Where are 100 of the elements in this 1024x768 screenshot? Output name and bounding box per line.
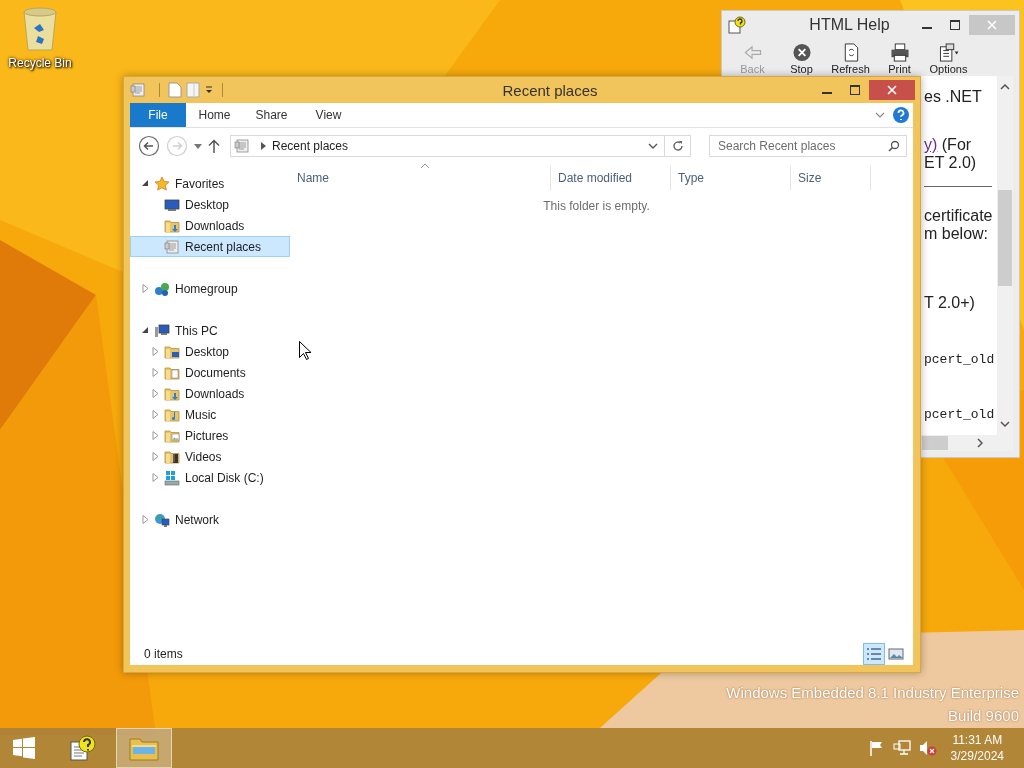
refresh-button[interactable] [665, 135, 691, 157]
ribbon-tab[interactable]: Share [243, 103, 300, 127]
help-text: T 2.0+) [924, 294, 975, 312]
collapsed-arrow-icon[interactable] [151, 347, 160, 356]
options-icon [937, 43, 960, 62]
back-button[interactable] [138, 135, 160, 157]
ribbon-tab[interactable]: View [300, 103, 357, 127]
maximize-icon [950, 20, 960, 30]
videos-folder-icon [164, 448, 180, 465]
recent-locations-dropdown-icon[interactable] [194, 143, 202, 149]
help-file-icon [68, 734, 96, 762]
help-link[interactable]: y) [924, 136, 938, 153]
minimize-icon [922, 27, 932, 29]
network-icon [154, 511, 170, 528]
file-menu-button[interactable]: File [130, 103, 186, 127]
column-header[interactable]: Type [671, 166, 791, 190]
collapsed-arrow-icon[interactable] [151, 410, 160, 419]
up-arrow-icon[interactable] [208, 139, 220, 153]
toolbar-button[interactable]: Stop [777, 40, 826, 76]
code-text: pcert_old [924, 407, 995, 422]
monitor-icon [164, 196, 180, 213]
tree-item[interactable]: Network [130, 509, 290, 530]
documents-folder-icon [164, 364, 180, 381]
tree-item[interactable]: This PC [130, 320, 290, 341]
homegroup-icon [154, 280, 170, 297]
tree-item[interactable]: Downloads [130, 383, 290, 404]
address-bar[interactable]: Recent places [230, 135, 665, 157]
mouse-cursor-icon [299, 341, 311, 360]
recycle-bin-icon [20, 6, 60, 52]
search-icon[interactable] [888, 140, 900, 152]
collapsed-arrow-icon[interactable] [151, 473, 160, 482]
flag-icon[interactable] [868, 740, 885, 756]
toolbar-button[interactable]: Refresh [826, 40, 875, 76]
close-icon [887, 85, 897, 95]
taskbar-button[interactable] [116, 728, 172, 768]
close-icon [987, 20, 997, 30]
desktop-icon-label: Recycle Bin [8, 56, 72, 70]
os-watermark-text: Build 9600 [948, 707, 1019, 724]
windows-logo-icon [13, 737, 35, 759]
scroll-down-icon[interactable] [1000, 421, 1010, 427]
customize-dropdown-icon[interactable] [204, 85, 214, 95]
tree-item[interactable]: Local Disk (C:) [130, 467, 290, 488]
tree-item[interactable]: Documents [130, 362, 290, 383]
help-text: es .NET [924, 88, 982, 106]
collapsed-arrow-icon[interactable] [141, 284, 150, 293]
vertical-scrollbar[interactable] [997, 76, 1013, 435]
tree-item[interactable]: Favorites [130, 173, 290, 194]
os-watermark-text: Windows Embedded 8.1 Industry Enterprise [726, 684, 1019, 701]
scroll-thumb[interactable] [998, 190, 1012, 286]
breadcrumb-arrow-icon[interactable] [261, 142, 266, 150]
tree-item[interactable]: Desktop [130, 341, 290, 362]
help-file-icon [728, 16, 746, 34]
search-field[interactable]: Search Recent places [709, 135, 907, 157]
tree-item[interactable]: Homegroup [130, 278, 290, 299]
printer-icon [889, 43, 910, 62]
column-header[interactable]: Name [290, 166, 551, 190]
computer-icon [154, 322, 170, 339]
collapsed-arrow-icon[interactable] [151, 368, 160, 377]
expand-ribbon-icon[interactable] [875, 112, 885, 118]
expanded-arrow-icon[interactable] [141, 179, 150, 188]
drive-icon [164, 469, 180, 486]
tree-item[interactable]: Desktop [130, 194, 290, 215]
scroll-up-icon[interactable] [1000, 84, 1010, 90]
collapsed-arrow-icon[interactable] [151, 452, 160, 461]
help-text: ET 2.0) [924, 154, 977, 172]
collapsed-arrow-icon[interactable] [151, 431, 160, 440]
tree-item[interactable]: Music [130, 404, 290, 425]
tree-item[interactable]: Downloads [130, 215, 290, 236]
recent-places-icon [164, 238, 180, 255]
help-text: certificate [924, 207, 993, 225]
column-header[interactable]: Date modified [551, 166, 671, 190]
details-view-button[interactable] [863, 643, 885, 665]
properties-icon[interactable] [168, 82, 182, 98]
clock-time: 11:31 AM [952, 733, 1003, 747]
item-count: 0 items [144, 647, 183, 661]
recent-places-icon [130, 82, 146, 98]
maximize-icon [850, 85, 860, 95]
column-header[interactable]: Size [791, 166, 871, 190]
folder-icon [129, 735, 159, 761]
expanded-arrow-icon[interactable] [141, 326, 150, 335]
collapsed-arrow-icon[interactable] [141, 515, 150, 524]
horizontal-scrollbar[interactable] [922, 435, 1013, 451]
tree-item[interactable]: Videos [130, 446, 290, 467]
toolbar-button[interactable]: Options [924, 40, 973, 76]
toolbar-button[interactable]: Print [875, 40, 924, 76]
muted-speaker-icon[interactable] [918, 740, 937, 756]
help-icon[interactable] [893, 107, 909, 123]
scroll-thumb[interactable] [922, 436, 948, 450]
star-icon [154, 175, 170, 192]
tree-item[interactable]: Recent places [130, 236, 290, 257]
recent-places-icon [234, 138, 250, 154]
collapsed-arrow-icon[interactable] [151, 389, 160, 398]
network-icon[interactable] [892, 740, 911, 756]
download-folder-icon [164, 217, 180, 234]
scroll-right-icon[interactable] [977, 438, 983, 448]
ribbon-tab[interactable]: Home [186, 103, 243, 127]
desktop-folder-icon [164, 343, 180, 360]
back-arrow-icon [742, 43, 763, 62]
refresh-icon [671, 140, 684, 152]
tree-item[interactable]: Pictures [130, 425, 290, 446]
